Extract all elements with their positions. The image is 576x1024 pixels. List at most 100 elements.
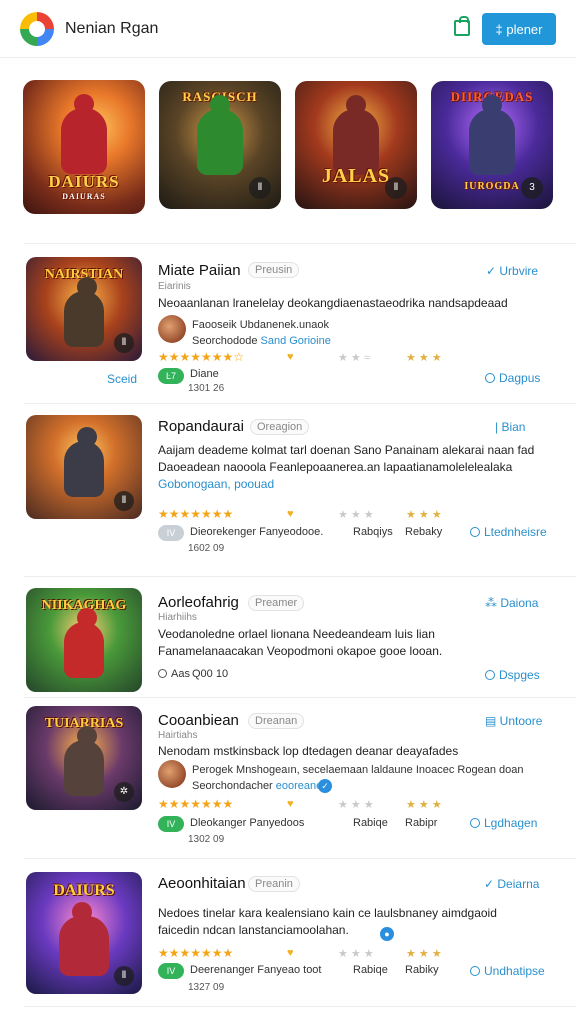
verified-icon: ● <box>380 927 394 941</box>
game-name[interactable]: Cooanbiean <box>158 712 239 729</box>
subtitle: Hairtiahs <box>158 730 198 741</box>
description-links: Gobonogaan, poouad <box>158 476 538 493</box>
game-name[interactable]: Aorleofahrig <box>158 594 239 611</box>
top-action-link[interactable]: ⁂ Daiona <box>485 596 538 610</box>
description-link[interactable]: Gobonogaan, <box>158 477 231 491</box>
shopping-bag-icon[interactable] <box>454 16 470 36</box>
heart-icon[interactable]: ♥ <box>287 947 294 959</box>
info-badge[interactable]: Ⅱ <box>114 491 134 511</box>
tag-icon: Ŀ7 <box>158 368 184 384</box>
app-logo-icon[interactable] <box>20 12 54 46</box>
star-rating: ★★★★★★★☆ <box>158 350 245 364</box>
heart-icon[interactable]: ♥ <box>287 351 294 363</box>
primary-action[interactable]: Dspges <box>485 668 540 682</box>
star-rating: ★ ★ ★ <box>338 948 374 960</box>
game-thumbnail[interactable]: Ⅱ <box>26 415 142 519</box>
developer-link[interactable]: Sand Gorioine <box>261 335 331 347</box>
description: Veodanoledne orlael lionana Needeandeam … <box>158 627 443 658</box>
star-rating: ★ ★ ★ <box>338 799 374 811</box>
star-rating: ★ ★ ★ <box>406 352 442 364</box>
primary-action[interactable]: Lgdhagen <box>470 816 537 830</box>
star-rating: ★ ★ ★ <box>338 509 374 521</box>
tag-label: Dleokanger Panyedoos <box>190 817 305 829</box>
featured-card[interactable]: RASCISCH Ⅱ <box>159 81 281 209</box>
meta-label: Rabiky <box>405 964 439 976</box>
game-thumbnail[interactable]: TUIARRIAS ✲ <box>26 706 142 810</box>
featured-carousel: DAIURS DAIURAS RASCISCH Ⅱ JALAS Ⅱ DIIRGE… <box>0 80 576 220</box>
meta-label: Rabiqe <box>353 964 388 976</box>
app-title: Nenian Rgan <box>65 20 159 37</box>
tag-icon: IV <box>158 525 184 541</box>
status-badge: Preamer <box>248 595 305 611</box>
featured-card[interactable]: JALAS Ⅱ <box>295 81 417 209</box>
developer-avatar[interactable] <box>158 315 186 343</box>
circle-icon <box>470 527 480 537</box>
divider <box>24 576 576 577</box>
status-badge: Dreanan <box>248 713 305 729</box>
verified-icon: ✓ <box>318 779 332 793</box>
featured-card[interactable]: DIIRGEDAS IUROGDA 3 <box>431 81 553 209</box>
heart-icon[interactable]: ♥ <box>287 798 294 810</box>
developer-sub: Seorchondacher <box>192 780 276 792</box>
tag-label: Diane <box>190 368 219 380</box>
description-link[interactable]: poouad <box>234 477 274 491</box>
primary-action[interactable]: Ltednheisre <box>470 525 547 539</box>
meta-number: 1302 09 <box>188 834 225 845</box>
divider <box>24 1006 576 1007</box>
featured-card[interactable]: DAIURS DAIURAS <box>23 80 145 214</box>
star-rating: ★★★★★★★ <box>158 946 234 960</box>
meta-label: Rabipr <box>405 817 438 829</box>
featured-card-title: DAIURS <box>48 172 120 191</box>
developer-line-2: Seorchodode Sand Gorioine <box>192 333 542 349</box>
character-art <box>64 608 104 678</box>
game-name[interactable]: Aeoonhitaian <box>158 875 246 892</box>
developer-avatar[interactable] <box>158 760 186 788</box>
info-badge[interactable]: Ⅱ <box>385 177 407 199</box>
meta-number: Q00 10 <box>192 668 229 680</box>
subtitle: Eiarinis <box>158 281 191 292</box>
heart-icon[interactable]: ♥ <box>287 508 294 520</box>
info-badge[interactable]: Ⅱ <box>114 966 134 986</box>
top-action-link[interactable]: | Bian <box>495 420 525 434</box>
character-art <box>59 902 109 976</box>
featured-card-subtitle: DAIURAS <box>62 192 106 201</box>
circle-icon <box>485 670 495 680</box>
meta-label: Rabqiys <box>353 526 393 538</box>
character-art <box>469 95 515 175</box>
top-action-link[interactable]: ✓ Urbvire <box>486 264 538 278</box>
secondary-action[interactable]: Sceid <box>107 372 137 386</box>
info-badge[interactable]: Ⅱ <box>114 333 134 353</box>
character-art <box>64 427 104 497</box>
info-badge[interactable]: ✲ <box>114 782 134 802</box>
developer-line: Perogek Mnshogeaın, secelaemaan laldaune… <box>192 764 524 776</box>
game-thumbnail[interactable]: NIIKAGHAG <box>26 588 142 692</box>
game-thumbnail[interactable]: NAIRSTIAN Ⅱ <box>26 257 142 361</box>
star-rating: ★ ★ ★ <box>406 948 442 960</box>
game-name[interactable]: Miate Paiian <box>158 262 241 279</box>
info-badge[interactable]: 3 <box>521 177 543 199</box>
game-name[interactable]: Ropandaurai <box>158 418 244 435</box>
character-art <box>61 94 107 174</box>
divider <box>24 403 576 404</box>
developer-line-2: Seorchondacher eooreane, <box>192 778 542 794</box>
status-badge: Preanin <box>248 876 300 892</box>
status-badge: Oreagion <box>250 419 310 435</box>
divider <box>24 697 576 698</box>
divider <box>24 858 576 859</box>
game-thumbnail[interactable]: DAIURS Ⅱ <box>26 872 142 994</box>
character-art <box>64 277 104 347</box>
header-action-button[interactable]: ‡ plener <box>482 13 556 45</box>
top-action-link[interactable]: ▤ Untoore <box>485 714 542 728</box>
app-header: Nenian Rgan ‡ plener <box>0 0 576 58</box>
thumbnail-title: DAIURS <box>53 882 115 899</box>
developer-sub: Seorchodode <box>192 335 261 347</box>
primary-action[interactable]: Undhatipse <box>470 964 545 978</box>
primary-action[interactable]: Dagpus <box>485 371 540 385</box>
meta-number: 1602 09 <box>188 543 225 554</box>
meta-label: Rebaky <box>405 526 443 538</box>
character-art <box>64 726 104 796</box>
meta-label: Rabiqe <box>353 817 388 829</box>
top-action-link[interactable]: ✓ Deiarna <box>484 877 539 891</box>
info-badge[interactable]: Ⅱ <box>249 177 271 199</box>
tag-icon: IV <box>158 816 184 832</box>
